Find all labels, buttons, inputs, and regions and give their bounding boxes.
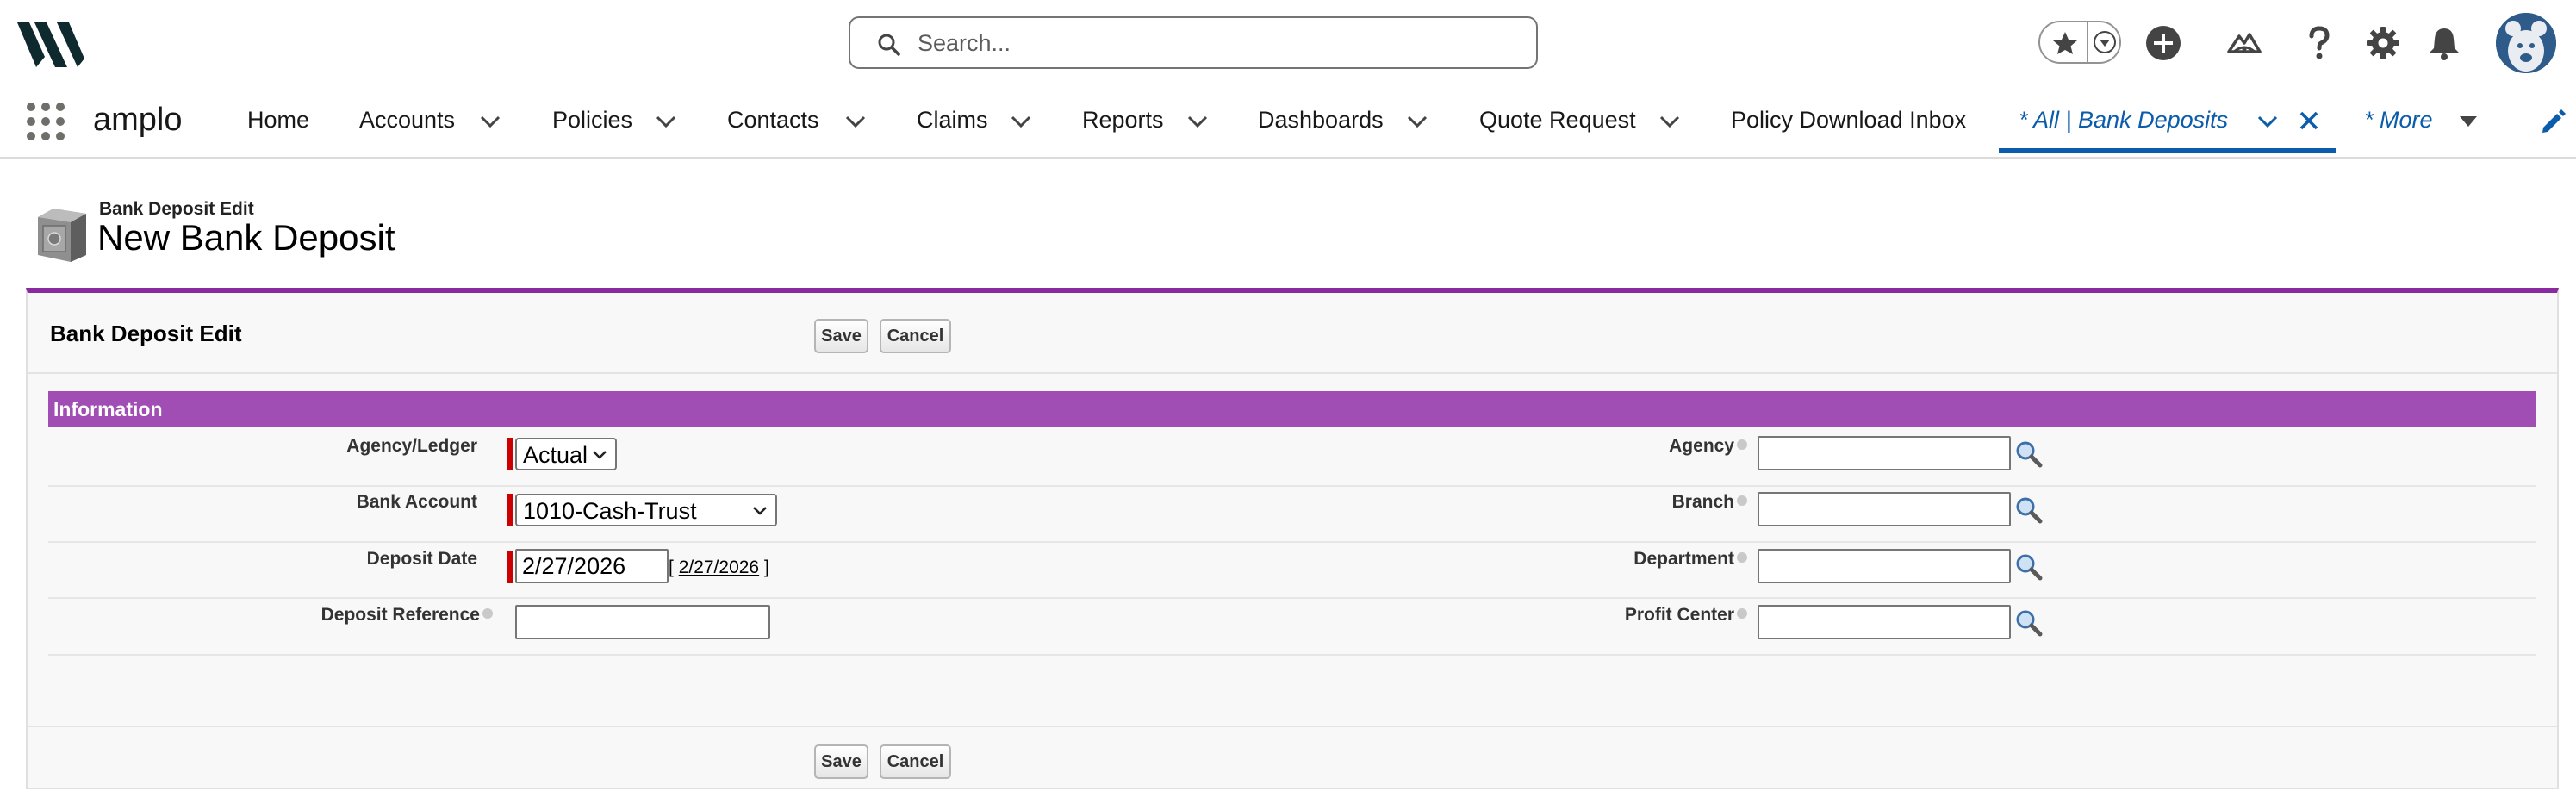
- nav-item-policy-download-inbox[interactable]: Policy Download Inbox: [1731, 107, 1966, 134]
- chevron-down-icon[interactable]: [1186, 112, 1209, 131]
- chevron-down-icon[interactable]: [1658, 112, 1681, 131]
- divider: [28, 372, 2557, 374]
- divider: [28, 726, 2557, 727]
- edit-nav-pencil-icon[interactable]: [2540, 109, 2566, 134]
- chevron-down-icon: [753, 507, 767, 515]
- agency-label: Agency: [1544, 436, 1747, 457]
- user-avatar-icon: [2496, 13, 2556, 73]
- deposit-date-label: Deposit Date: [366, 549, 477, 569]
- chevron-down-icon[interactable]: [844, 112, 867, 131]
- nav-item-contacts[interactable]: Contacts: [727, 107, 819, 134]
- trailhead-icon[interactable]: [2225, 24, 2263, 62]
- department-label-text: Department: [1633, 549, 1734, 569]
- agency-label-text: Agency: [1669, 436, 1734, 456]
- divider: [48, 485, 2536, 487]
- app-launcher-icon[interactable]: [26, 102, 65, 141]
- help-icon[interactable]: [1737, 495, 1747, 507]
- tab-all-bank-deposits[interactable]: * All | Bank Deposits: [2019, 107, 2228, 134]
- chevron-down-icon[interactable]: [2094, 31, 2116, 53]
- nav-item-policies[interactable]: Policies: [552, 107, 632, 134]
- branch-label-text: Branch: [1671, 492, 1734, 512]
- chevron-down-icon[interactable]: [1010, 112, 1032, 131]
- profit-center-field[interactable]: [1758, 605, 2011, 639]
- save-button[interactable]: Save: [814, 319, 868, 353]
- agency-ledger-select[interactable]: Actual: [515, 438, 617, 470]
- cancel-button-bottom[interactable]: Cancel: [880, 744, 951, 779]
- today-date-link[interactable]: 2/27/2026: [679, 557, 759, 577]
- favorites-button-group[interactable]: [2038, 21, 2121, 64]
- branch-label: Branch: [1544, 492, 1747, 513]
- add-icon[interactable]: [2144, 24, 2182, 62]
- chevron-down-icon[interactable]: [655, 112, 677, 131]
- nav-item-reports[interactable]: Reports: [1082, 107, 1164, 134]
- required-indicator: [507, 438, 513, 470]
- chevron-down-icon: [593, 451, 607, 459]
- block-title: Bank Deposit Edit: [50, 321, 242, 346]
- help-icon[interactable]: [1737, 552, 1747, 564]
- lookup-icon[interactable]: [2014, 439, 2044, 469]
- nav-item-home[interactable]: Home: [247, 107, 309, 134]
- cancel-button[interactable]: Cancel: [880, 319, 951, 353]
- active-tab-indicator: [1999, 148, 2336, 153]
- bank-account-select[interactable]: 1010-Cash-Trust: [515, 494, 777, 526]
- agency-ledger-label: Agency/Ledger: [346, 436, 477, 456]
- section-header-information: Information: [48, 391, 2536, 427]
- nav-item-dashboards[interactable]: Dashboards: [1258, 107, 1384, 134]
- global-search[interactable]: [849, 16, 1538, 69]
- bank-account-value: 1010-Cash-Trust: [523, 498, 697, 524]
- nav-more-menu[interactable]: * More: [2364, 107, 2433, 134]
- help-icon[interactable]: [1737, 439, 1747, 451]
- required-indicator: [507, 494, 513, 526]
- lookup-icon[interactable]: [2014, 495, 2044, 525]
- bell-icon[interactable]: [2425, 24, 2463, 62]
- department-label: Department: [1544, 549, 1747, 570]
- close-icon[interactable]: [2298, 109, 2320, 132]
- help-icon[interactable]: [2300, 24, 2338, 62]
- date-today-link-wrapper: [ 2/27/2026 ]: [669, 557, 769, 578]
- deposit-reference-label: Deposit Reference: [243, 605, 493, 626]
- save-button-bottom[interactable]: Save: [814, 744, 868, 779]
- profit-center-label-text: Profit Center: [1624, 605, 1734, 625]
- nav-item-claims[interactable]: Claims: [917, 107, 988, 134]
- page-title: New Bank Deposit: [97, 217, 395, 258]
- nav-item-quote-request[interactable]: Quote Request: [1479, 107, 1636, 134]
- lookup-icon[interactable]: [2014, 552, 2044, 582]
- gear-icon[interactable]: [2364, 24, 2402, 62]
- deposit-date-field[interactable]: [515, 549, 669, 583]
- divider: [48, 654, 2536, 656]
- bracket-close: ]: [763, 557, 769, 577]
- nav-item-accounts[interactable]: Accounts: [359, 107, 455, 134]
- bank-account-label: Bank Account: [356, 492, 477, 512]
- lookup-icon[interactable]: [2014, 608, 2044, 638]
- profit-center-label: Profit Center: [1544, 605, 1747, 626]
- divider: [48, 541, 2536, 543]
- branch-field[interactable]: [1758, 492, 2011, 526]
- divider: [2087, 22, 2088, 62]
- bank-safe-icon: [38, 209, 86, 262]
- department-field[interactable]: [1758, 549, 2011, 583]
- help-icon[interactable]: [482, 608, 493, 620]
- required-indicator: [507, 551, 513, 583]
- chevron-down-icon[interactable]: [1406, 112, 1428, 131]
- agency-field[interactable]: [1758, 436, 2011, 470]
- deposit-reference-label-text: Deposit Reference: [320, 605, 480, 625]
- bank-deposit-edit-block: Bank Deposit Edit Save Cancel Informatio…: [26, 288, 2559, 789]
- divider: [48, 597, 2536, 599]
- caret-down-icon[interactable]: [2457, 112, 2480, 131]
- app-name: amplo: [93, 102, 183, 138]
- help-icon[interactable]: [1737, 608, 1747, 620]
- app-logo-icon[interactable]: [17, 19, 84, 67]
- search-icon: [878, 34, 900, 56]
- chevron-down-icon[interactable]: [479, 112, 501, 131]
- global-header: [0, 0, 2576, 86]
- agency-ledger-value: Actual: [523, 442, 588, 468]
- search-input[interactable]: [918, 27, 1512, 59]
- avatar[interactable]: [2496, 13, 2556, 73]
- bracket-open: [: [669, 557, 674, 577]
- app-navigation: amplo Home Accounts Policies Contacts Cl…: [0, 86, 2576, 159]
- chevron-down-icon[interactable]: [2256, 112, 2279, 131]
- deposit-reference-field[interactable]: [515, 605, 770, 639]
- star-icon[interactable]: [2052, 30, 2078, 56]
